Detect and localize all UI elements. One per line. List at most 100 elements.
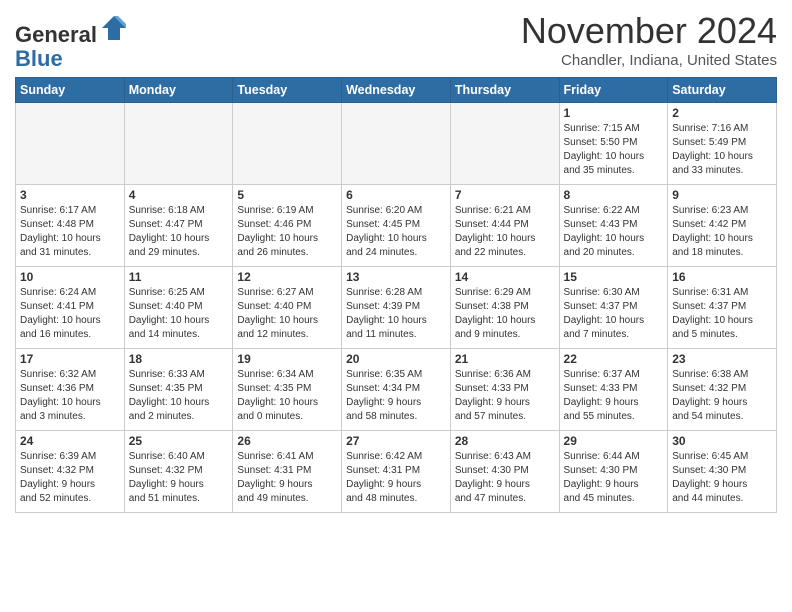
calendar-cell: 17 Sunrise: 6:32 AM Sunset: 4:36 PM Dayli… xyxy=(16,349,125,431)
day-number: 6 xyxy=(346,188,446,202)
calendar-cell: 8Sunrise: 6:22 AM Sunset: 4:43 PM Daylig… xyxy=(559,185,668,267)
day-info: Sunrise: 6:33 AM Sunset: 4:35 PM Dayligh… xyxy=(129,368,229,424)
day-info: Sunrise: 7:16 AM Sunset: 5:49 PM Dayligh… xyxy=(672,122,772,178)
day-info: Sunrise: 6:41 AM Sunset: 4:31 PM Dayligh… xyxy=(237,450,337,506)
calendar-cell: 23Sunrise: 6:38 AM Sunset: 4:32 PM Dayli… xyxy=(668,349,777,431)
day-info: Sunrise: 6:35 AM Sunset: 4:34 PM Dayligh… xyxy=(346,368,446,424)
calendar-cell: 28 Sunrise: 6:43 AM Sunset: 4:30 PM Dayli… xyxy=(450,431,559,513)
day-number: 20 xyxy=(346,352,446,366)
day-info: Sunrise: 6:21 AM Sunset: 4:44 PM Dayligh… xyxy=(455,204,555,260)
day-info: Sunrise: 6:23 AM Sunset: 4:42 PM Dayligh… xyxy=(672,204,772,260)
day-number: 7 xyxy=(455,188,555,202)
day-number: 9 xyxy=(672,188,772,202)
day-number: 25 xyxy=(129,434,229,448)
calendar-cell: 18 Sunrise: 6:33 AM Sunset: 4:35 PM Dayli… xyxy=(124,349,233,431)
col-monday: Monday xyxy=(124,78,233,103)
day-info: Sunrise: 6:39 AM Sunset: 4:32 PM Dayligh… xyxy=(20,450,120,506)
col-tuesday: Tuesday xyxy=(233,78,342,103)
calendar-cell: 13 Sunrise: 6:28 AM Sunset: 4:39 PM Dayli… xyxy=(342,267,451,349)
day-info: Sunrise: 6:36 AM Sunset: 4:33 PM Dayligh… xyxy=(455,368,555,424)
day-info: Sunrise: 6:17 AM Sunset: 4:48 PM Dayligh… xyxy=(20,204,120,260)
day-number: 1 xyxy=(564,106,664,120)
calendar-cell: 20 Sunrise: 6:35 AM Sunset: 4:34 PM Dayli… xyxy=(342,349,451,431)
day-number: 22 xyxy=(564,352,664,366)
logo-blue: Blue xyxy=(15,46,63,71)
day-number: 5 xyxy=(237,188,337,202)
day-number: 15 xyxy=(564,270,664,284)
day-number: 14 xyxy=(455,270,555,284)
calendar-week-2: 10Sunrise: 6:24 AM Sunset: 4:41 PM Dayli… xyxy=(16,267,777,349)
day-number: 28 xyxy=(455,434,555,448)
calendar-week-0: 1 Sunrise: 7:15 AM Sunset: 5:50 PM Daylig… xyxy=(16,103,777,185)
day-info: Sunrise: 6:40 AM Sunset: 4:32 PM Dayligh… xyxy=(129,450,229,506)
calendar-cell: 22 Sunrise: 6:37 AM Sunset: 4:33 PM Dayli… xyxy=(559,349,668,431)
calendar-week-3: 17 Sunrise: 6:32 AM Sunset: 4:36 PM Dayli… xyxy=(16,349,777,431)
day-number: 16 xyxy=(672,270,772,284)
day-info: Sunrise: 6:30 AM Sunset: 4:37 PM Dayligh… xyxy=(564,286,664,342)
calendar-cell: 30Sunrise: 6:45 AM Sunset: 4:30 PM Dayli… xyxy=(668,431,777,513)
day-info: Sunrise: 6:44 AM Sunset: 4:30 PM Dayligh… xyxy=(564,450,664,506)
logo: General Blue xyxy=(15,14,128,71)
calendar: Sunday Monday Tuesday Wednesday Thursday… xyxy=(15,77,777,513)
day-number: 11 xyxy=(129,270,229,284)
calendar-cell: 1 Sunrise: 7:15 AM Sunset: 5:50 PM Daylig… xyxy=(559,103,668,185)
calendar-cell: 29 Sunrise: 6:44 AM Sunset: 4:30 PM Dayli… xyxy=(559,431,668,513)
calendar-cell: 24Sunrise: 6:39 AM Sunset: 4:32 PM Dayli… xyxy=(16,431,125,513)
day-number: 4 xyxy=(129,188,229,202)
day-number: 29 xyxy=(564,434,664,448)
day-number: 18 xyxy=(129,352,229,366)
logo-icon xyxy=(100,14,128,42)
page: General Blue November 2024 Chandler, Ind… xyxy=(0,0,792,523)
day-info: Sunrise: 6:31 AM Sunset: 4:37 PM Dayligh… xyxy=(672,286,772,342)
day-number: 8 xyxy=(564,188,664,202)
day-info: Sunrise: 6:42 AM Sunset: 4:31 PM Dayligh… xyxy=(346,450,446,506)
day-info: Sunrise: 6:25 AM Sunset: 4:40 PM Dayligh… xyxy=(129,286,229,342)
col-friday: Friday xyxy=(559,78,668,103)
calendar-cell: 27Sunrise: 6:42 AM Sunset: 4:31 PM Dayli… xyxy=(342,431,451,513)
calendar-cell xyxy=(450,103,559,185)
calendar-cell: 21 Sunrise: 6:36 AM Sunset: 4:33 PM Dayli… xyxy=(450,349,559,431)
day-info: Sunrise: 6:43 AM Sunset: 4:30 PM Dayligh… xyxy=(455,450,555,506)
day-info: Sunrise: 6:29 AM Sunset: 4:38 PM Dayligh… xyxy=(455,286,555,342)
logo-general: General xyxy=(15,22,97,47)
calendar-cell: 5 Sunrise: 6:19 AM Sunset: 4:46 PM Daylig… xyxy=(233,185,342,267)
calendar-cell: 11 Sunrise: 6:25 AM Sunset: 4:40 PM Dayli… xyxy=(124,267,233,349)
calendar-cell: 3 Sunrise: 6:17 AM Sunset: 4:48 PM Daylig… xyxy=(16,185,125,267)
calendar-cell: 26 Sunrise: 6:41 AM Sunset: 4:31 PM Dayli… xyxy=(233,431,342,513)
calendar-cell: 9 Sunrise: 6:23 AM Sunset: 4:42 PM Daylig… xyxy=(668,185,777,267)
day-info: Sunrise: 6:27 AM Sunset: 4:40 PM Dayligh… xyxy=(237,286,337,342)
day-info: Sunrise: 6:32 AM Sunset: 4:36 PM Dayligh… xyxy=(20,368,120,424)
day-number: 3 xyxy=(20,188,120,202)
calendar-cell: 4 Sunrise: 6:18 AM Sunset: 4:47 PM Daylig… xyxy=(124,185,233,267)
day-info: Sunrise: 6:34 AM Sunset: 4:35 PM Dayligh… xyxy=(237,368,337,424)
calendar-cell: 10Sunrise: 6:24 AM Sunset: 4:41 PM Dayli… xyxy=(16,267,125,349)
calendar-cell: 16 Sunrise: 6:31 AM Sunset: 4:37 PM Dayli… xyxy=(668,267,777,349)
day-info: Sunrise: 6:19 AM Sunset: 4:46 PM Dayligh… xyxy=(237,204,337,260)
day-number: 13 xyxy=(346,270,446,284)
day-number: 17 xyxy=(20,352,120,366)
location: Chandler, Indiana, United States xyxy=(521,52,777,69)
calendar-week-4: 24Sunrise: 6:39 AM Sunset: 4:32 PM Dayli… xyxy=(16,431,777,513)
day-number: 21 xyxy=(455,352,555,366)
calendar-cell: 25 Sunrise: 6:40 AM Sunset: 4:32 PM Dayli… xyxy=(124,431,233,513)
calendar-cell: 12Sunrise: 6:27 AM Sunset: 4:40 PM Dayli… xyxy=(233,267,342,349)
day-info: Sunrise: 6:28 AM Sunset: 4:39 PM Dayligh… xyxy=(346,286,446,342)
calendar-cell xyxy=(16,103,125,185)
day-number: 10 xyxy=(20,270,120,284)
calendar-cell: 15 Sunrise: 6:30 AM Sunset: 4:37 PM Dayli… xyxy=(559,267,668,349)
day-number: 23 xyxy=(672,352,772,366)
calendar-cell xyxy=(233,103,342,185)
day-info: Sunrise: 6:37 AM Sunset: 4:33 PM Dayligh… xyxy=(564,368,664,424)
calendar-cell xyxy=(124,103,233,185)
calendar-cell: 6Sunrise: 6:20 AM Sunset: 4:45 PM Daylig… xyxy=(342,185,451,267)
title-block: November 2024 Chandler, Indiana, United … xyxy=(521,10,777,69)
calendar-cell: 7 Sunrise: 6:21 AM Sunset: 4:44 PM Daylig… xyxy=(450,185,559,267)
col-thursday: Thursday xyxy=(450,78,559,103)
day-number: 26 xyxy=(237,434,337,448)
col-wednesday: Wednesday xyxy=(342,78,451,103)
calendar-cell: 14 Sunrise: 6:29 AM Sunset: 4:38 PM Dayli… xyxy=(450,267,559,349)
day-number: 2 xyxy=(672,106,772,120)
day-info: Sunrise: 6:18 AM Sunset: 4:47 PM Dayligh… xyxy=(129,204,229,260)
day-info: Sunrise: 7:15 AM Sunset: 5:50 PM Dayligh… xyxy=(564,122,664,178)
calendar-week-1: 3 Sunrise: 6:17 AM Sunset: 4:48 PM Daylig… xyxy=(16,185,777,267)
